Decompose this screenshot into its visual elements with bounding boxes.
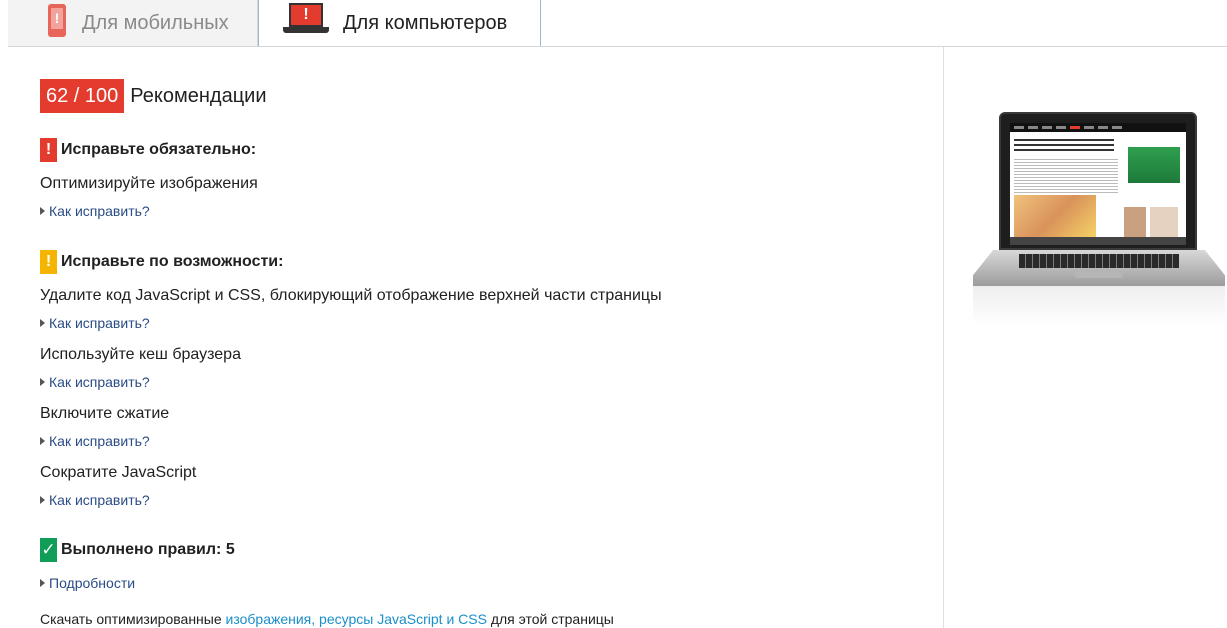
must-fix-title: Исправьте обязательно:	[61, 141, 257, 158]
tab-mobile-label: Для мобильных	[82, 12, 229, 34]
tab-mobile[interactable]: Для мобильных	[8, 0, 258, 47]
results-panel: 62 / 100 Рекомендации ! Исправьте обязат…	[0, 47, 943, 628]
how-to-fix-link[interactable]: Как исправить?	[40, 492, 150, 508]
rule-label: Включите сжатие	[40, 405, 170, 422]
details-text: Подробности	[49, 575, 136, 591]
must-fix-heading: ! Исправьте обязательно:	[40, 138, 256, 162]
caret-right-icon	[40, 496, 45, 504]
details-link[interactable]: Подробности	[40, 575, 135, 591]
desktop-preview-image	[973, 112, 1225, 327]
should-fix-heading: ! Исправьте по возможности:	[40, 250, 283, 274]
download-resources-link[interactable]: изображения, ресурсы JavaScript и CSS	[226, 611, 487, 627]
rule-label: Удалите код JavaScript и CSS, блокирующи…	[40, 287, 662, 304]
preview-laptop-lid	[999, 112, 1197, 250]
preview-screen	[1010, 123, 1186, 245]
how-to-fix-link[interactable]: Как исправить?	[40, 203, 150, 219]
tab-desktop[interactable]: ! Для компьютеров	[258, 0, 541, 47]
download-suffix: для этой страницы	[486, 611, 614, 627]
caret-right-icon	[40, 319, 45, 327]
download-prefix: Скачать оптимизированные	[40, 611, 226, 627]
score-badge: 62 / 100	[40, 79, 125, 113]
how-to-fix-link[interactable]: Как исправить?	[40, 315, 150, 331]
how-to-fix-text: Как исправить?	[49, 374, 150, 390]
exclamation-orange-icon: !	[40, 250, 57, 274]
should-fix-title: Исправьте по возможности:	[61, 253, 284, 270]
how-to-fix-text: Как исправить?	[49, 492, 150, 508]
how-to-fix-link[interactable]: Как исправить?	[40, 374, 150, 390]
score-title: Рекомендации	[130, 84, 267, 107]
preview-keyboard	[1019, 254, 1179, 268]
checkmark-green-icon: ✓	[40, 538, 57, 562]
caret-right-icon	[40, 207, 45, 215]
preview-touchpad	[1075, 270, 1123, 278]
passed-heading: ✓ Выполнено правил: 5	[40, 538, 235, 562]
exclamation-red-icon: !	[40, 138, 57, 162]
rule-label: Оптимизируйте изображения	[40, 175, 258, 192]
passed-title: Выполнено правил: 5	[61, 541, 235, 558]
preview-reflection	[973, 286, 1225, 326]
laptop-warning-icon: !	[283, 2, 329, 35]
panel-divider	[943, 47, 944, 628]
how-to-fix-text: Как исправить?	[49, 203, 150, 219]
caret-right-icon	[40, 579, 45, 587]
how-to-fix-text: Как исправить?	[49, 433, 150, 449]
phone-warning-icon	[48, 4, 66, 37]
rule-label: Используйте кеш браузера	[40, 346, 241, 363]
caret-right-icon	[40, 378, 45, 386]
rule-label: Сократите JavaScript	[40, 464, 197, 481]
score-row: 62 / 100 Рекомендации	[40, 79, 267, 113]
download-line: Скачать оптимизированные изображения, ре…	[40, 611, 614, 627]
tab-desktop-label: Для компьютеров	[343, 12, 508, 34]
caret-right-icon	[40, 437, 45, 445]
device-tabs: Для мобильных ! Для компьютеров	[0, 0, 1227, 47]
how-to-fix-link[interactable]: Как исправить?	[40, 433, 150, 449]
how-to-fix-text: Как исправить?	[49, 315, 150, 331]
